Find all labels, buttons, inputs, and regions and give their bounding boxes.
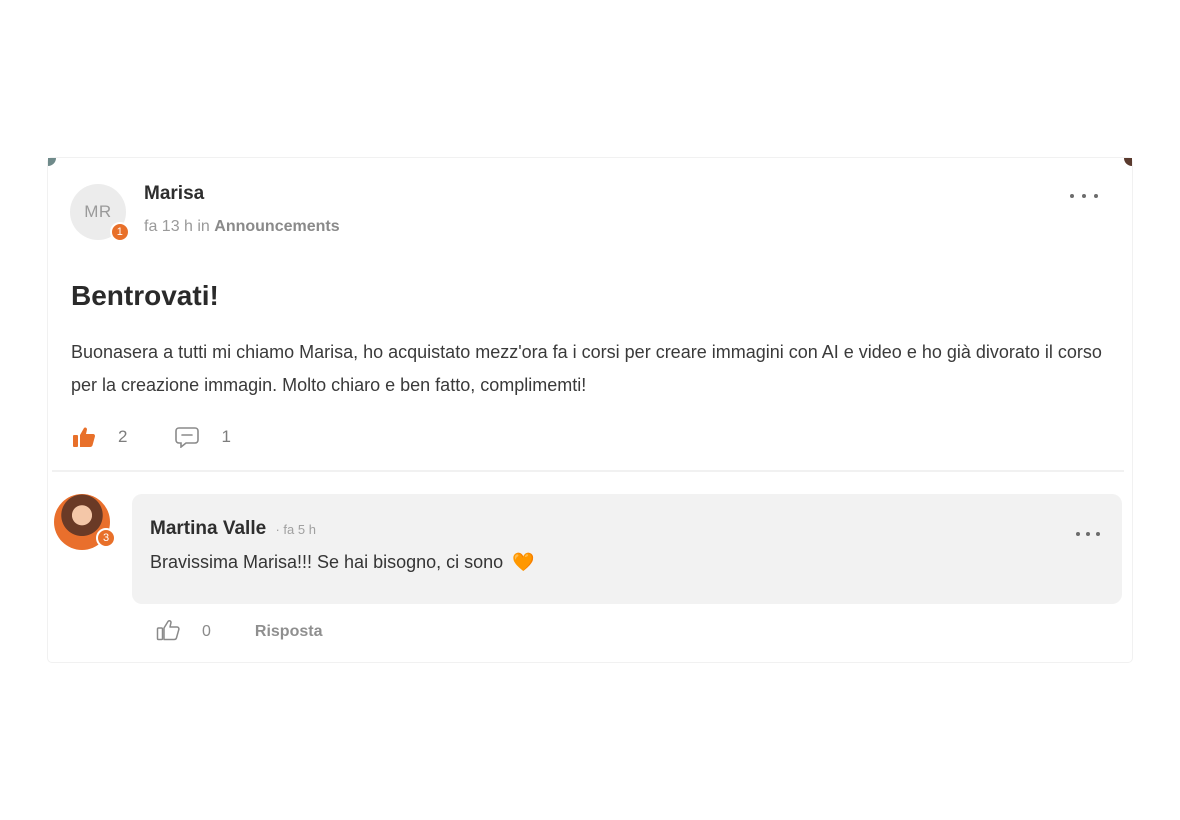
commenter-avatar[interactable]: 3 [54, 494, 116, 550]
avatar-initials: MR [84, 202, 112, 221]
comment-bubble: Martina Valle · fa 5 h Bravissima Marisa… [132, 494, 1122, 604]
orange-heart-icon: 🧡 [512, 552, 535, 572]
divider [52, 470, 1124, 472]
more-dots-icon [1070, 194, 1074, 198]
more-dots-icon [1076, 532, 1080, 536]
comment-actions: 0 Risposta [156, 619, 323, 646]
thumbs-up-outline-icon [156, 619, 180, 640]
post-title: Bentrovati! [71, 280, 219, 311]
like-count: 2 [118, 427, 128, 446]
level-badge: 1 [110, 222, 130, 242]
post-options-button[interactable] [1070, 188, 1098, 204]
post-card: MR 1 Marisa fa 13 h in Announcements Ben… [48, 158, 1132, 662]
commenter-name[interactable]: Martina Valle [150, 518, 266, 539]
comment-icon [175, 427, 200, 448]
post-time: fa 13 h in [144, 218, 210, 235]
author-name[interactable]: Marisa [144, 183, 204, 205]
comment-like-count: 0 [202, 623, 211, 640]
comment-text: Bravissima Marisa!!! Se hai bisogno, ci … [150, 552, 535, 573]
post-reactions: 2 1 [72, 424, 231, 450]
commenter-name-line: Martina Valle · fa 5 h [150, 518, 316, 540]
post-category-link[interactable]: Announcements [214, 218, 339, 235]
more-dots-icon [1094, 194, 1098, 198]
post-meta: fa 13 h in Announcements [144, 218, 340, 236]
post-body: Buonasera a tutti mi chiamo Marisa, ho a… [71, 342, 1102, 395]
comment-like-button[interactable] [156, 619, 180, 646]
like-button[interactable] [72, 426, 96, 448]
comment-options-button[interactable] [1076, 527, 1100, 541]
corner-decoration [48, 158, 56, 166]
author-avatar[interactable]: MR 1 [70, 184, 130, 242]
corner-decoration [1124, 158, 1132, 166]
comment-time: · fa 5 h [275, 522, 316, 537]
reply-button[interactable]: Risposta [255, 623, 323, 641]
more-dots-icon [1096, 532, 1100, 536]
more-dots-icon [1082, 194, 1086, 198]
thumbs-up-filled-icon [73, 427, 96, 447]
comment-message: Bravissima Marisa!!! Se hai bisogno, ci … [150, 552, 504, 572]
level-badge: 3 [96, 528, 116, 548]
comment-count: 1 [221, 427, 231, 446]
comment-button[interactable] [175, 426, 200, 448]
more-dots-icon [1086, 532, 1090, 536]
